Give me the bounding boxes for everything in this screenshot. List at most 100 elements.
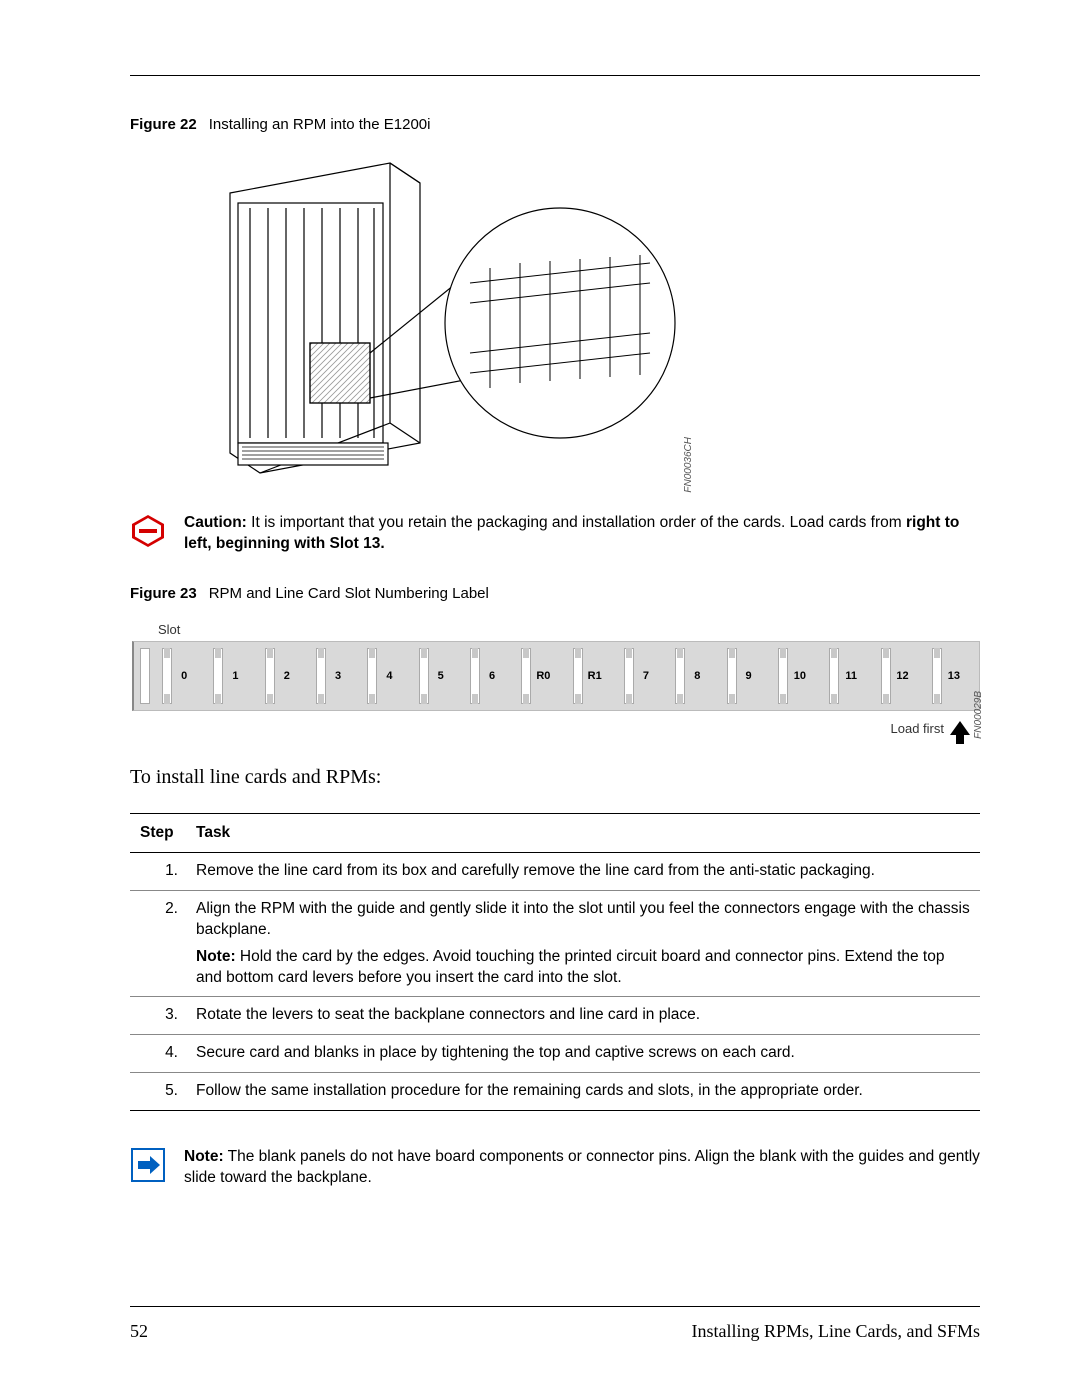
task-text: Rotate the levers to seat the backplane … xyxy=(196,1006,700,1023)
slot-cell: R1 xyxy=(563,648,614,704)
task-text: Follow the same installation procedure f… xyxy=(196,1082,863,1099)
caution-body: It is important that you retain the pack… xyxy=(247,514,906,531)
task-text: Secure card and blanks in place by tight… xyxy=(196,1044,795,1061)
slot-number: 10 xyxy=(791,670,809,682)
table-row: 5.Follow the same installation procedure… xyxy=(130,1073,980,1111)
figure23-code: FN00029B xyxy=(973,691,984,739)
slot-number: R0 xyxy=(534,670,552,682)
figure23-illustration: Slot 0123456R0R178910111213 FN00029B Loa… xyxy=(132,622,980,736)
slot-cell: 2 xyxy=(255,648,306,704)
slot-guide xyxy=(316,648,326,704)
slot-guide xyxy=(265,648,275,704)
slot-cell: 6 xyxy=(460,648,511,704)
slot-number: R1 xyxy=(586,670,604,682)
slot-cell: R0 xyxy=(511,648,562,704)
caution-icon xyxy=(130,513,166,549)
step-number: 3. xyxy=(130,997,196,1035)
task-cell: Follow the same installation procedure f… xyxy=(196,1073,980,1111)
slot-cell: 9 xyxy=(716,648,767,704)
slot-guide xyxy=(675,648,685,704)
slot-number: 13 xyxy=(945,670,963,682)
slot-cell: 4 xyxy=(357,648,408,704)
slot-cell: 11 xyxy=(819,648,870,704)
slot-cell: 7 xyxy=(614,648,665,704)
slot-cell: 1 xyxy=(203,648,254,704)
task-note: Note: Hold the card by the edges. Avoid … xyxy=(196,947,974,989)
slot-guide xyxy=(881,648,891,704)
slot-number: 0 xyxy=(175,670,193,682)
task-cell: Secure card and blanks in place by tight… xyxy=(196,1035,980,1073)
up-arrow-icon xyxy=(950,721,970,735)
slot-guide xyxy=(624,648,634,704)
table-header-task: Task xyxy=(196,813,980,852)
top-rule xyxy=(130,75,980,76)
note-label: Note: xyxy=(184,1148,224,1165)
slot-number: 1 xyxy=(226,670,244,682)
slot-guide xyxy=(470,648,480,704)
figure22-code: FN00036CH xyxy=(683,437,694,493)
footer-title: Installing RPMs, Line Cards, and SFMs xyxy=(691,1321,980,1342)
slot-bar: 0123456R0R178910111213 xyxy=(132,641,980,711)
caution-block: Caution: It is important that you retain… xyxy=(130,513,980,555)
slot-cell: 3 xyxy=(306,648,357,704)
task-cell: Rotate the levers to seat the backplane … xyxy=(196,997,980,1035)
caution-label: Caution: xyxy=(184,514,247,531)
task-text: Remove the line card from its box and ca… xyxy=(196,862,875,879)
step-number: 1. xyxy=(130,852,196,890)
task-table: Step Task 1.Remove the line card from it… xyxy=(130,813,980,1111)
page-number: 52 xyxy=(130,1321,148,1342)
slot-word: Slot xyxy=(158,622,980,637)
chassis-drawing xyxy=(220,153,690,483)
slot-guide xyxy=(727,648,737,704)
intro-line: To install line cards and RPMs: xyxy=(130,766,980,789)
page-content: Figure 22Installing an RPM into the E120… xyxy=(0,0,1080,1397)
slot-guide xyxy=(573,648,583,704)
slot-cell: 13 xyxy=(922,648,973,704)
slot-number: 7 xyxy=(637,670,655,682)
task-text: Align the RPM with the guide and gently … xyxy=(196,900,970,938)
slot-number: 6 xyxy=(483,670,501,682)
slot-number: 8 xyxy=(688,670,706,682)
table-row: 2.Align the RPM with the guide and gentl… xyxy=(130,890,980,997)
slot-guide xyxy=(367,648,377,704)
table-row: 1.Remove the line card from its box and … xyxy=(130,852,980,890)
table-row: 4.Secure card and blanks in place by tig… xyxy=(130,1035,980,1073)
note-arrow-icon xyxy=(130,1147,166,1183)
slot-guide xyxy=(419,648,429,704)
slot-number: 2 xyxy=(278,670,296,682)
slot-guide xyxy=(213,648,223,704)
load-first-row: Load first xyxy=(132,721,980,736)
slot-guide xyxy=(829,648,839,704)
slot-guide xyxy=(778,648,788,704)
figure22-text: Installing an RPM into the E1200i xyxy=(209,116,431,133)
bottom-rule xyxy=(130,1306,980,1307)
slot-cell: 0 xyxy=(152,648,203,704)
footer: 52 Installing RPMs, Line Cards, and SFMs xyxy=(130,1321,980,1342)
note-text: Note: The blank panels do not have board… xyxy=(184,1147,980,1189)
note-block: Note: The blank panels do not have board… xyxy=(130,1147,980,1189)
slot-cell: 12 xyxy=(870,648,921,704)
slot-cell: 5 xyxy=(409,648,460,704)
task-note-label: Note: xyxy=(196,948,236,965)
load-first-text: Load first xyxy=(891,721,944,736)
slot-bar-left-cap xyxy=(140,648,150,704)
slot-number: 4 xyxy=(380,670,398,682)
figure22-illustration: FN00036CH xyxy=(220,153,690,483)
task-cell: Align the RPM with the guide and gently … xyxy=(196,890,980,997)
slot-number: 12 xyxy=(894,670,912,682)
note-body: The blank panels do not have board compo… xyxy=(184,1148,980,1186)
slot-number: 11 xyxy=(842,670,860,682)
caution-text: Caution: It is important that you retain… xyxy=(184,513,980,555)
step-number: 2. xyxy=(130,890,196,997)
slot-guide xyxy=(932,648,942,704)
slot-cell: 10 xyxy=(768,648,819,704)
slot-number: 3 xyxy=(329,670,347,682)
slot-cell: 8 xyxy=(665,648,716,704)
figure23-text: RPM and Line Card Slot Numbering Label xyxy=(209,585,489,602)
task-note-text: Hold the card by the edges. Avoid touchi… xyxy=(196,948,944,986)
table-header-step: Step xyxy=(130,813,196,852)
slot-number: 5 xyxy=(432,670,450,682)
table-row: 3.Rotate the levers to seat the backplan… xyxy=(130,997,980,1035)
slot-guide xyxy=(162,648,172,704)
task-cell: Remove the line card from its box and ca… xyxy=(196,852,980,890)
